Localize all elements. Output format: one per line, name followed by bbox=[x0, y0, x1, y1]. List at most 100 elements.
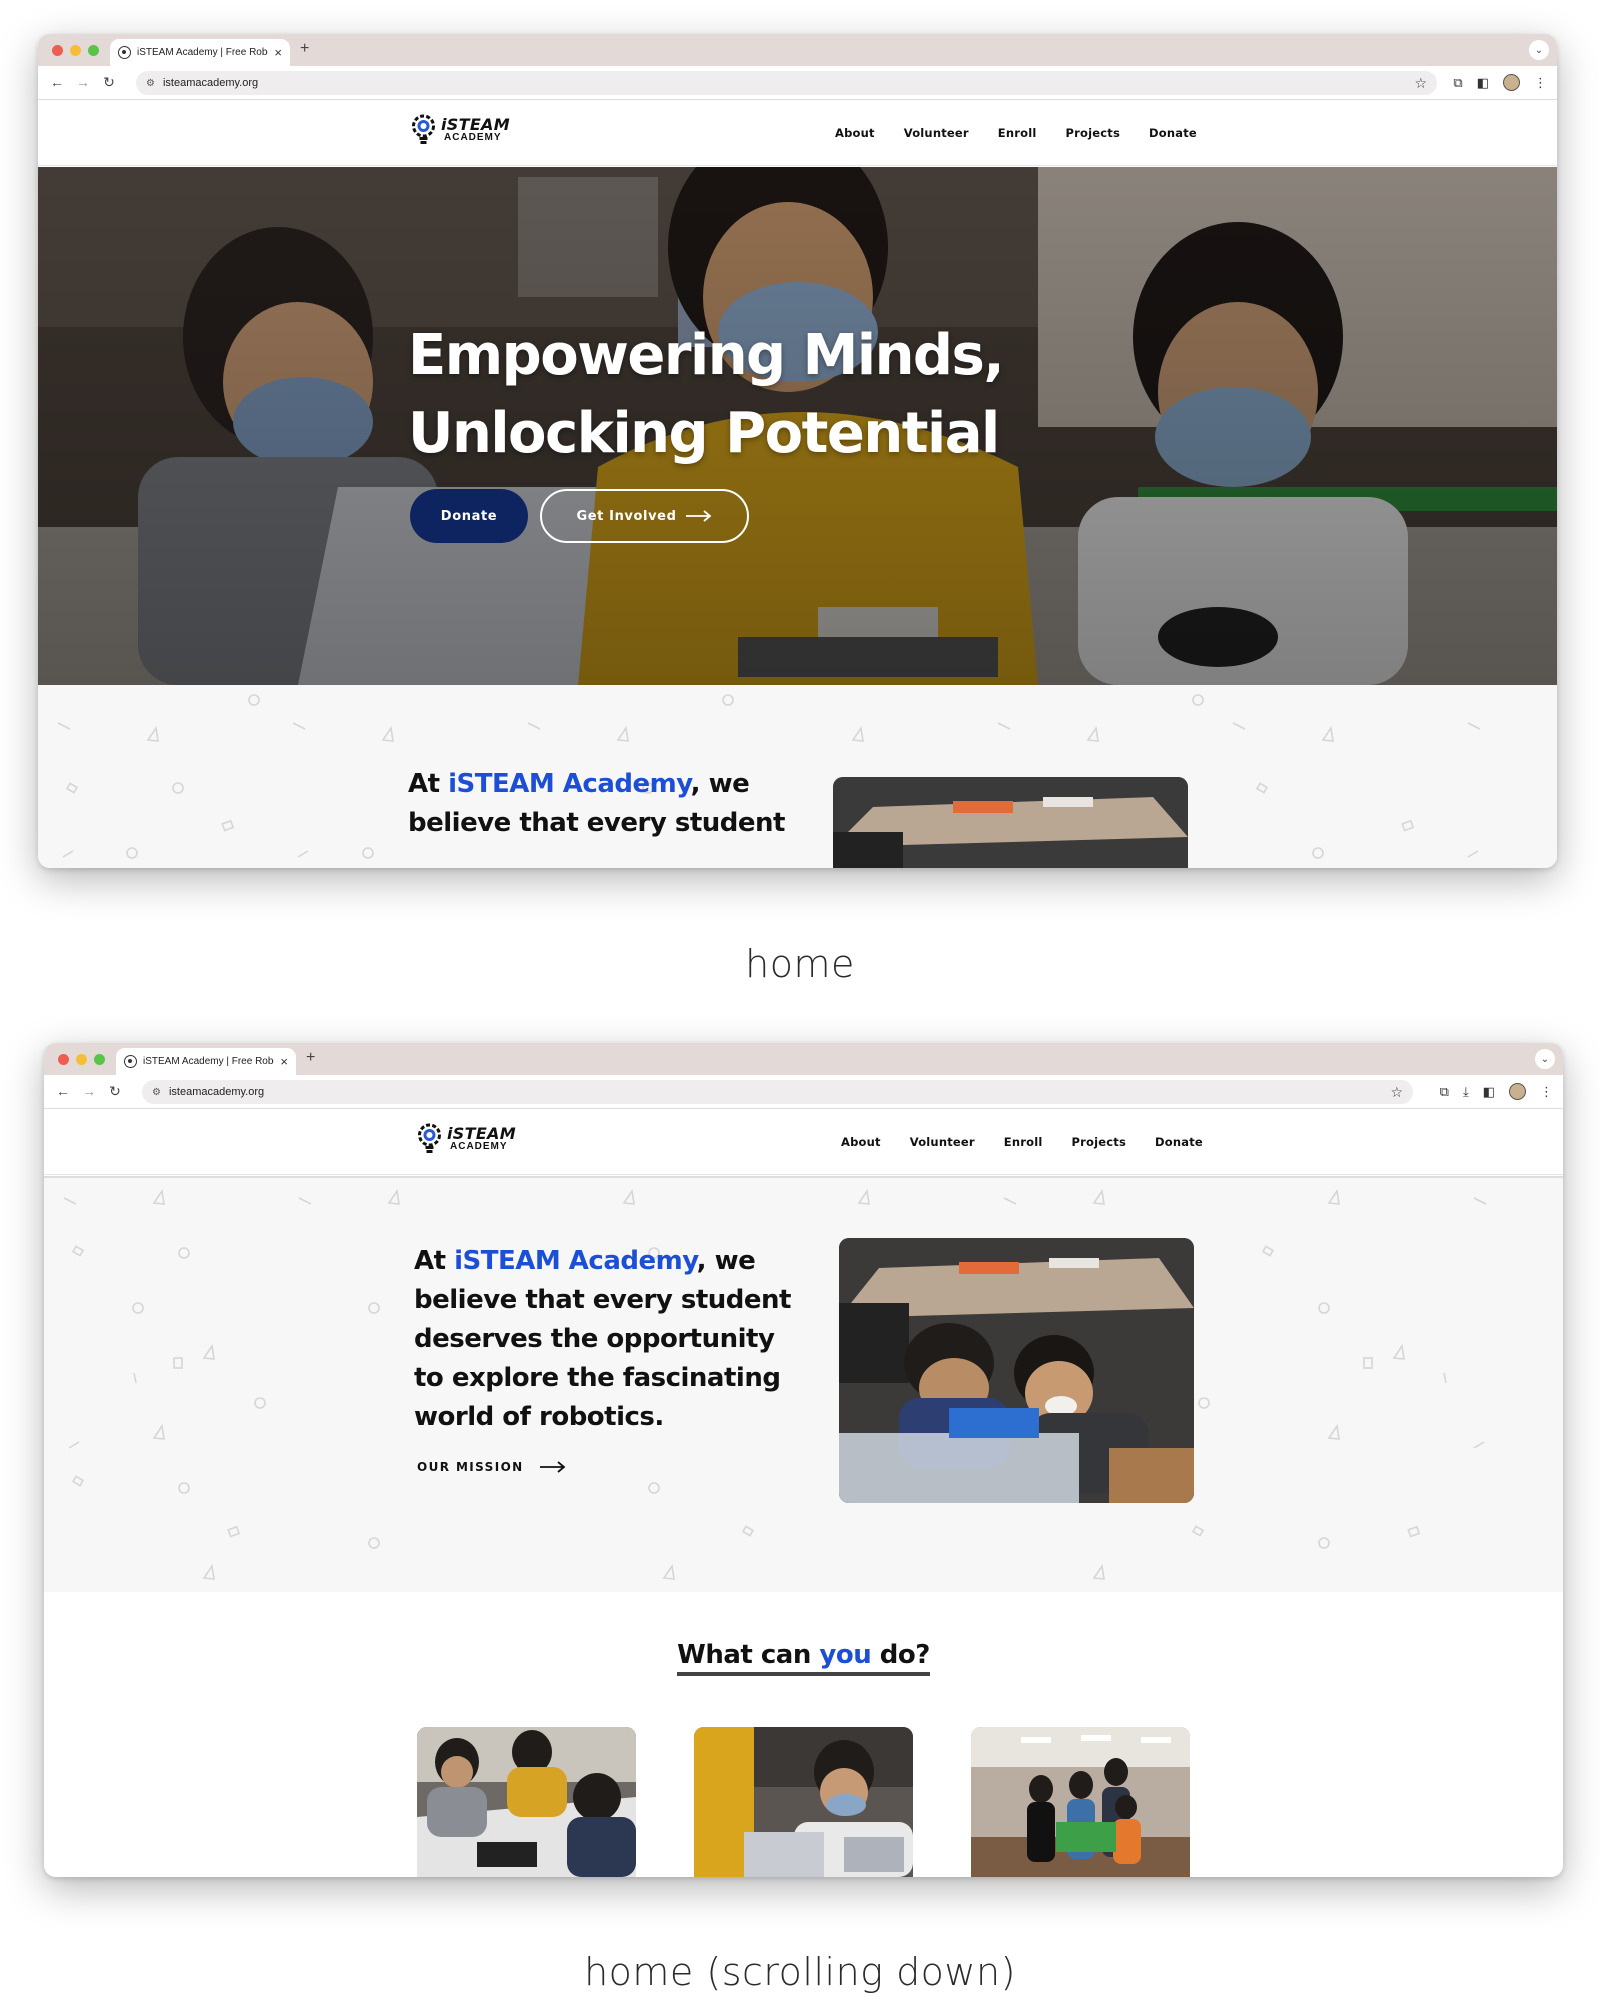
site-settings-icon[interactable]: ⚙ bbox=[146, 78, 155, 89]
logo-subtext: ACADEMY bbox=[450, 1141, 508, 1152]
site-logo[interactable]: iSTEAM ACADEMY bbox=[410, 114, 510, 146]
mission-statement: At iSTEAM Academy, we believe that every… bbox=[408, 765, 785, 843]
our-mission-label: OUR MISSION bbox=[417, 1460, 524, 1474]
lightbulb-gear-icon bbox=[412, 114, 435, 144]
forward-arrow-icon[interactable]: → bbox=[78, 1083, 100, 1100]
mission-brand: iSTEAM Academy bbox=[454, 1246, 697, 1276]
classroom-photo bbox=[833, 777, 1188, 868]
browser-tab[interactable]: iSTEAM Academy | Free Robo × bbox=[110, 39, 290, 66]
reload-icon[interactable]: ↻ bbox=[104, 1083, 126, 1100]
address-bar-row: ← → ↻ ⚙ isteamacademy.org ☆ ⧉ ◧ ⋮ bbox=[38, 66, 1557, 100]
mission-rest-line1: , we bbox=[696, 1246, 756, 1276]
nav-projects[interactable]: Projects bbox=[1071, 1135, 1126, 1149]
mission-statement: At iSTEAM Academy, we believe that every… bbox=[414, 1242, 791, 1437]
tab-title: iSTEAM Academy | Free Robo bbox=[137, 47, 269, 58]
tab-title: iSTEAM Academy | Free Robo bbox=[143, 1056, 275, 1067]
nav-volunteer[interactable]: Volunteer bbox=[904, 126, 969, 140]
mission-line5: world of robotics. bbox=[414, 1402, 664, 1432]
nav-projects[interactable]: Projects bbox=[1065, 126, 1120, 140]
minimize-window-button[interactable] bbox=[76, 1054, 87, 1065]
hero-heading-line1: Empowering Minds, bbox=[408, 323, 1005, 388]
heading-before: What can bbox=[677, 1640, 820, 1670]
heading-after: do? bbox=[871, 1640, 931, 1670]
nav-enroll[interactable]: Enroll bbox=[1004, 1135, 1043, 1149]
background-pattern bbox=[63, 1188, 1487, 1580]
our-mission-link[interactable]: OUR MISSION bbox=[417, 1460, 566, 1474]
address-bar-row: ← → ↻ ⚙ isteamacademy.org ☆ ⧉ ⤓ ◧ ⋮ bbox=[44, 1075, 1563, 1109]
mission-rest-line1: , we bbox=[690, 769, 750, 799]
extensions-icon[interactable]: ⧉ bbox=[1453, 75, 1462, 91]
get-involved-label: Get Involved bbox=[576, 508, 677, 524]
site-logo[interactable]: iSTEAM ACADEMY bbox=[416, 1123, 516, 1155]
download-icon[interactable]: ⤓ bbox=[1463, 1084, 1469, 1100]
main-nav: About Volunteer Enroll Projects Donate bbox=[841, 1135, 1203, 1149]
site-favicon-icon bbox=[118, 46, 131, 59]
sidebar-icon[interactable]: ◧ bbox=[1483, 1084, 1495, 1100]
back-arrow-icon[interactable]: ← bbox=[46, 74, 68, 91]
sidebar-icon[interactable]: ◧ bbox=[1477, 75, 1489, 91]
menu-kebab-icon[interactable]: ⋮ bbox=[1540, 1084, 1553, 1100]
site-header: iSTEAM ACADEMY About Volunteer Enroll Pr… bbox=[38, 100, 1557, 166]
students-robot-trophy-photo bbox=[971, 1727, 1190, 1877]
option-card-1[interactable] bbox=[417, 1727, 636, 1877]
forward-arrow-icon[interactable]: → bbox=[72, 74, 94, 91]
mission-line3: deserves the opportunity bbox=[414, 1324, 775, 1354]
mission-prefix: At bbox=[414, 1246, 455, 1276]
option-card-3[interactable] bbox=[971, 1727, 1190, 1877]
hero-donate-button[interactable]: Donate bbox=[410, 489, 528, 543]
get-involved-button[interactable]: Get Involved bbox=[540, 489, 749, 543]
tab-close-icon[interactable]: × bbox=[274, 45, 282, 60]
close-window-button[interactable] bbox=[52, 45, 63, 56]
nav-about[interactable]: About bbox=[841, 1135, 881, 1149]
window-controls bbox=[58, 1054, 105, 1065]
nav-about[interactable]: About bbox=[835, 126, 875, 140]
extensions-icon[interactable]: ⧉ bbox=[1440, 1084, 1449, 1100]
browser-window-home-scrolled: iSTEAM Academy | Free Robo × + ⌄ ← → ↻ ⚙… bbox=[44, 1043, 1563, 1877]
nav-volunteer[interactable]: Volunteer bbox=[910, 1135, 975, 1149]
site-header: iSTEAM ACADEMY About Volunteer Enroll Pr… bbox=[44, 1109, 1563, 1175]
bookmark-star-icon[interactable]: ☆ bbox=[1390, 1084, 1403, 1101]
main-nav: About Volunteer Enroll Projects Donate bbox=[835, 126, 1197, 140]
menu-kebab-icon[interactable]: ⋮ bbox=[1534, 75, 1547, 91]
logo-subtext: ACADEMY bbox=[444, 132, 502, 143]
url-field[interactable]: ⚙ isteamacademy.org ☆ bbox=[142, 1080, 1413, 1104]
new-tab-button[interactable]: + bbox=[306, 1049, 315, 1067]
mission-photo bbox=[839, 1238, 1194, 1503]
maximize-window-button[interactable] bbox=[88, 45, 99, 56]
nav-donate[interactable]: Donate bbox=[1149, 126, 1197, 140]
what-can-you-do-section: What can you do? bbox=[44, 1592, 1563, 1877]
mission-section-partial: At iSTEAM Academy, we believe that every… bbox=[38, 685, 1557, 868]
maximize-window-button[interactable] bbox=[94, 1054, 105, 1065]
student-laptop-photo bbox=[694, 1727, 913, 1877]
bookmark-star-icon[interactable]: ☆ bbox=[1414, 75, 1427, 92]
back-arrow-icon[interactable]: ← bbox=[52, 1083, 74, 1100]
nav-enroll[interactable]: Enroll bbox=[998, 126, 1037, 140]
logo-text: iSTEAM bbox=[447, 1124, 516, 1143]
window-controls bbox=[52, 45, 99, 56]
url-field[interactable]: ⚙ isteamacademy.org ☆ bbox=[136, 71, 1437, 95]
minimize-window-button[interactable] bbox=[70, 45, 81, 56]
close-window-button[interactable] bbox=[58, 1054, 69, 1065]
site-favicon-icon bbox=[124, 1055, 137, 1068]
hero-heading-line2: Unlocking Potential bbox=[408, 401, 1000, 466]
mission-prefix: At bbox=[408, 769, 449, 799]
profile-avatar[interactable] bbox=[1509, 1083, 1526, 1100]
nav-donate[interactable]: Donate bbox=[1155, 1135, 1203, 1149]
new-tab-button[interactable]: + bbox=[300, 40, 309, 58]
tab-close-icon[interactable]: × bbox=[280, 1054, 288, 1069]
profile-avatar[interactable] bbox=[1503, 74, 1520, 91]
arrow-right-icon bbox=[539, 1461, 566, 1473]
browser-window-home: iSTEAM Academy | Free Robo × + ⌄ ← → ↻ ⚙… bbox=[38, 34, 1557, 868]
site-settings-icon[interactable]: ⚙ bbox=[152, 1087, 161, 1098]
students-at-table-photo bbox=[417, 1727, 636, 1877]
url-text: isteamacademy.org bbox=[168, 1086, 265, 1098]
tab-search-icon[interactable]: ⌄ bbox=[1535, 1049, 1555, 1069]
tab-bar: iSTEAM Academy | Free Robo × + ⌄ bbox=[38, 34, 1557, 66]
option-card-2[interactable] bbox=[694, 1727, 913, 1877]
mission-brand: iSTEAM Academy bbox=[448, 769, 691, 799]
mission-photo bbox=[833, 777, 1188, 868]
tab-search-icon[interactable]: ⌄ bbox=[1529, 40, 1549, 60]
reload-icon[interactable]: ↻ bbox=[98, 74, 120, 91]
browser-tab[interactable]: iSTEAM Academy | Free Robo × bbox=[116, 1048, 296, 1075]
mission-line4: to explore the fascinating bbox=[414, 1363, 781, 1393]
